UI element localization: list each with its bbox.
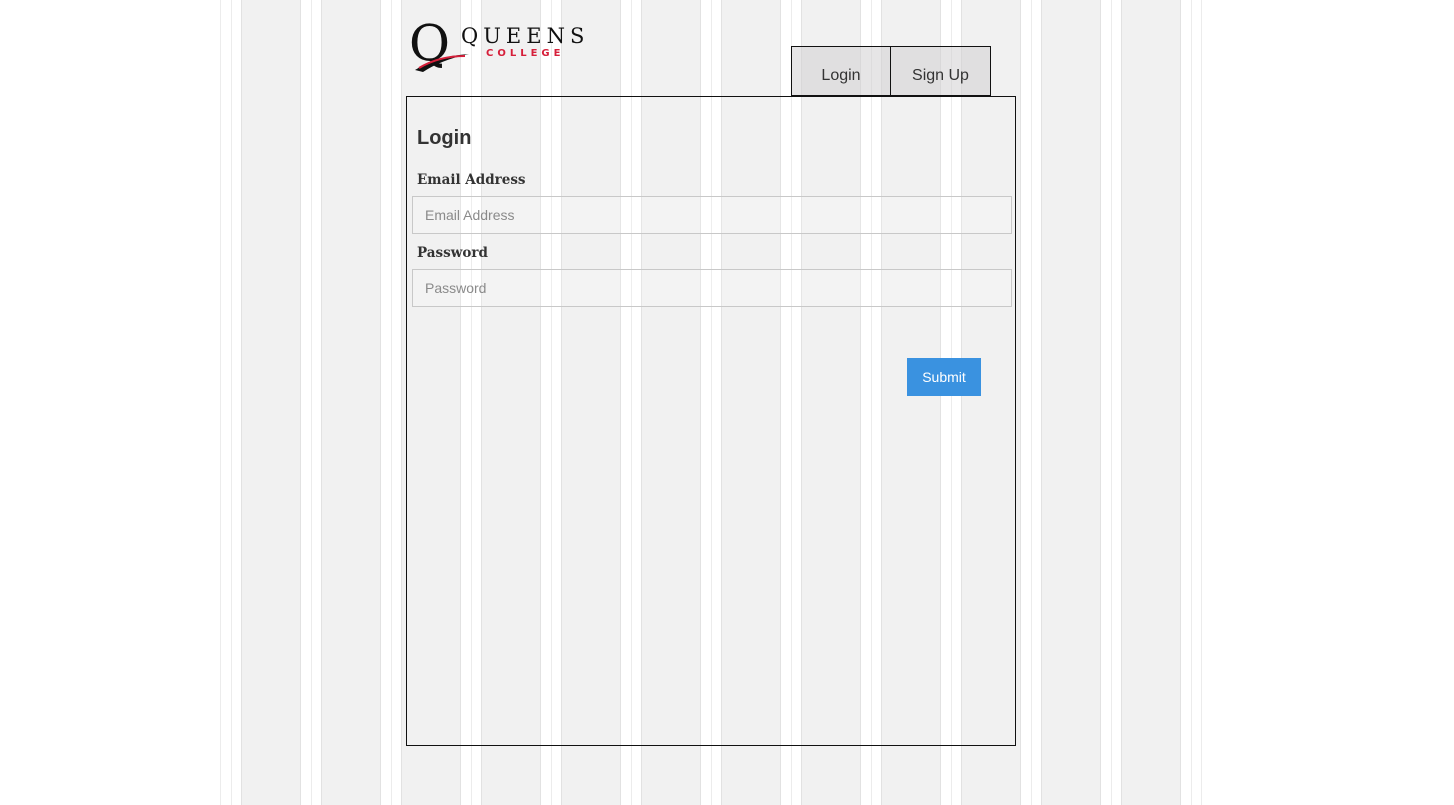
- logo-subword: COLLEGE: [486, 48, 564, 59]
- password-field[interactable]: [412, 269, 1012, 307]
- email-field[interactable]: [412, 196, 1012, 234]
- logo-word: QUEENS: [461, 24, 589, 48]
- email-label: Email Address: [417, 172, 526, 188]
- tab-sign-up[interactable]: Sign Up: [890, 46, 991, 96]
- login-panel: Login Email Address Password Submit: [406, 96, 1016, 746]
- password-label: Password: [417, 245, 488, 261]
- submit-button[interactable]: Submit: [907, 358, 981, 396]
- queens-college-logo[interactable]: Q QUEENS COLLEGE: [409, 14, 589, 76]
- page-title: Login: [417, 127, 472, 149]
- auth-tabs: Login Sign Up: [791, 46, 991, 96]
- tab-login[interactable]: Login: [791, 46, 891, 96]
